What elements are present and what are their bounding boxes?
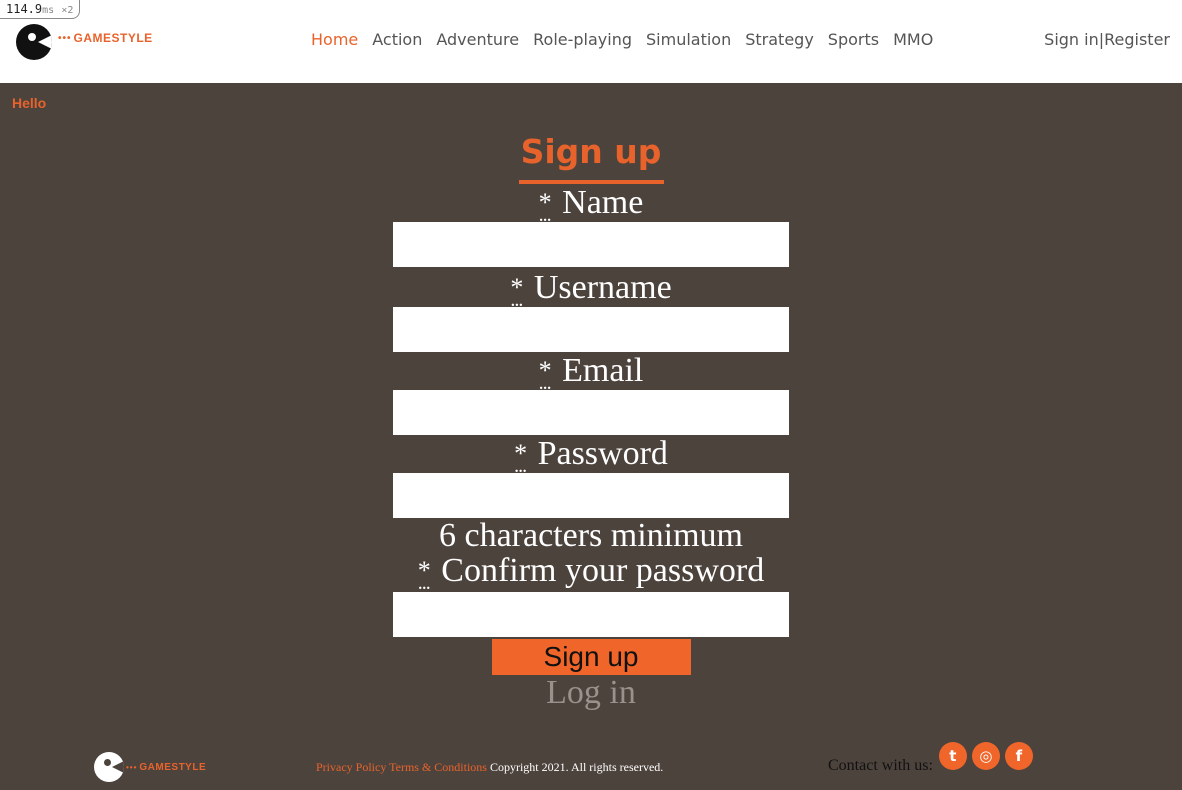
contact-label: Contact with us: bbox=[828, 757, 933, 774]
nav-item-simulation[interactable]: Simulation bbox=[646, 30, 731, 49]
nav-item-strategy[interactable]: Strategy bbox=[745, 30, 814, 49]
twitter-icon[interactable]: t bbox=[938, 742, 967, 770]
nav-item-action[interactable]: Action bbox=[372, 30, 422, 49]
required-mark: * bbox=[418, 552, 431, 602]
email-field[interactable] bbox=[393, 390, 789, 435]
facebook-icon[interactable]: f bbox=[1004, 742, 1033, 770]
footer-links: Privacy Policy Terms & Conditions Copyri… bbox=[316, 760, 663, 775]
nav-item-home[interactable]: Home bbox=[311, 30, 358, 49]
contact-section: Contact with us: t ◎ f bbox=[828, 742, 1038, 776]
log-in-link[interactable]: Log in bbox=[393, 675, 789, 711]
page-title: Sign up bbox=[520, 132, 662, 171]
auth-links: Sign in|Register bbox=[1044, 30, 1170, 49]
name-label: * Name bbox=[393, 184, 789, 234]
signup-form: Sign up * Name * Username * Email * Pass… bbox=[393, 130, 789, 711]
timing-multiplier: ×2 bbox=[61, 5, 74, 16]
sign-in-link[interactable]: Sign in bbox=[1044, 30, 1099, 49]
username-label: * Username bbox=[393, 269, 789, 319]
password-field[interactable] bbox=[393, 473, 789, 518]
sign-up-button[interactable]: Sign up bbox=[491, 639, 691, 675]
terms-link[interactable]: Terms & Conditions bbox=[389, 760, 487, 774]
email-label: * Email bbox=[393, 352, 789, 402]
required-mark: * bbox=[539, 184, 552, 234]
nav-item-sports[interactable]: Sports bbox=[828, 30, 879, 49]
required-mark: * bbox=[514, 435, 527, 485]
register-link[interactable]: Register bbox=[1104, 30, 1170, 49]
name-field[interactable] bbox=[393, 222, 789, 267]
footer-logo[interactable]: ••• GAMESTYLE bbox=[94, 752, 206, 782]
email-label-text: Email bbox=[562, 352, 644, 389]
main-nav: Home Action Adventure Role-playing Simul… bbox=[311, 30, 947, 49]
logo-text: GAMESTYLE bbox=[73, 31, 153, 45]
name-label-text: Name bbox=[562, 184, 644, 221]
timing-badge: 114.9ms ×2 bbox=[0, 0, 81, 19]
logo-dots: ••• bbox=[58, 32, 72, 44]
nav-item-adventure[interactable]: Adventure bbox=[436, 30, 519, 49]
instagram-icon[interactable]: ◎ bbox=[971, 742, 1000, 770]
confirm-password-label-text: Confirm your password bbox=[441, 552, 765, 589]
confirm-password-field[interactable] bbox=[393, 592, 789, 637]
timing-unit: ms bbox=[42, 5, 55, 16]
footer-logo-text: GAMESTYLE bbox=[139, 761, 207, 773]
nav-item-mmo[interactable]: MMO bbox=[893, 30, 933, 49]
password-label-text: Password bbox=[537, 435, 668, 472]
site-header: ••• GAMESTYLE Home Action Adventure Role… bbox=[0, 0, 1182, 83]
greeting-text: Hello bbox=[12, 95, 47, 111]
copyright-text: Copyright 2021. All rights reserved. bbox=[489, 760, 664, 774]
pacman-logo-icon bbox=[94, 752, 124, 782]
username-field[interactable] bbox=[393, 307, 789, 352]
privacy-policy-link[interactable]: Privacy Policy bbox=[316, 760, 386, 774]
required-mark: * bbox=[510, 269, 523, 319]
username-label-text: Username bbox=[533, 269, 672, 306]
password-label: * Password bbox=[393, 435, 789, 485]
nav-item-role-playing[interactable]: Role-playing bbox=[533, 30, 632, 49]
password-hint: 6 characters minimum bbox=[438, 517, 743, 554]
pacman-logo-icon bbox=[16, 24, 52, 60]
logo-dots: ••• bbox=[126, 762, 138, 772]
confirm-password-label: * Confirm your password bbox=[393, 552, 789, 602]
header-logo[interactable]: ••• GAMESTYLE bbox=[16, 24, 153, 60]
required-mark: * bbox=[539, 352, 552, 402]
timing-value: 114.9 bbox=[6, 2, 43, 16]
